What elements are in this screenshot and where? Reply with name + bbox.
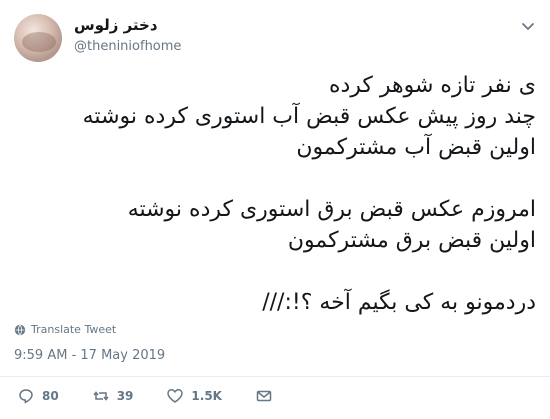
translate-label[interactable]: Translate Tweet (31, 323, 116, 336)
reply-button[interactable]: 80 (18, 388, 59, 404)
reply-count: 80 (42, 389, 59, 403)
chevron-down-icon[interactable] (520, 18, 536, 34)
display-name[interactable]: دختر زلوس (74, 16, 158, 34)
reply-icon (19, 389, 33, 404)
avatar[interactable] (14, 14, 62, 62)
heart-icon (167, 389, 184, 403)
envelope-icon (256, 390, 272, 402)
like-count: 1.5K (191, 389, 222, 403)
globe-icon (14, 324, 26, 335)
translate-tweet-link[interactable]: Translate Tweet (14, 323, 116, 336)
tweet-text: ی نفر تازه شوهر کرده چند روز پیش عکس قبض… (82, 73, 536, 315)
retweet-count: 39 (116, 389, 134, 403)
retweet-icon (93, 391, 109, 401)
divider (0, 376, 550, 377)
tweet-timestamp[interactable]: 9:59 AM - 17 May 2019 (14, 348, 165, 363)
like-button[interactable]: 1.5K (167, 388, 222, 404)
retweet-button[interactable]: 39 (93, 388, 134, 404)
direct-message-button[interactable] (256, 388, 272, 404)
action-bar: 80 39 1.5K (18, 388, 306, 404)
user-handle[interactable]: @theniniofhome (74, 39, 181, 54)
